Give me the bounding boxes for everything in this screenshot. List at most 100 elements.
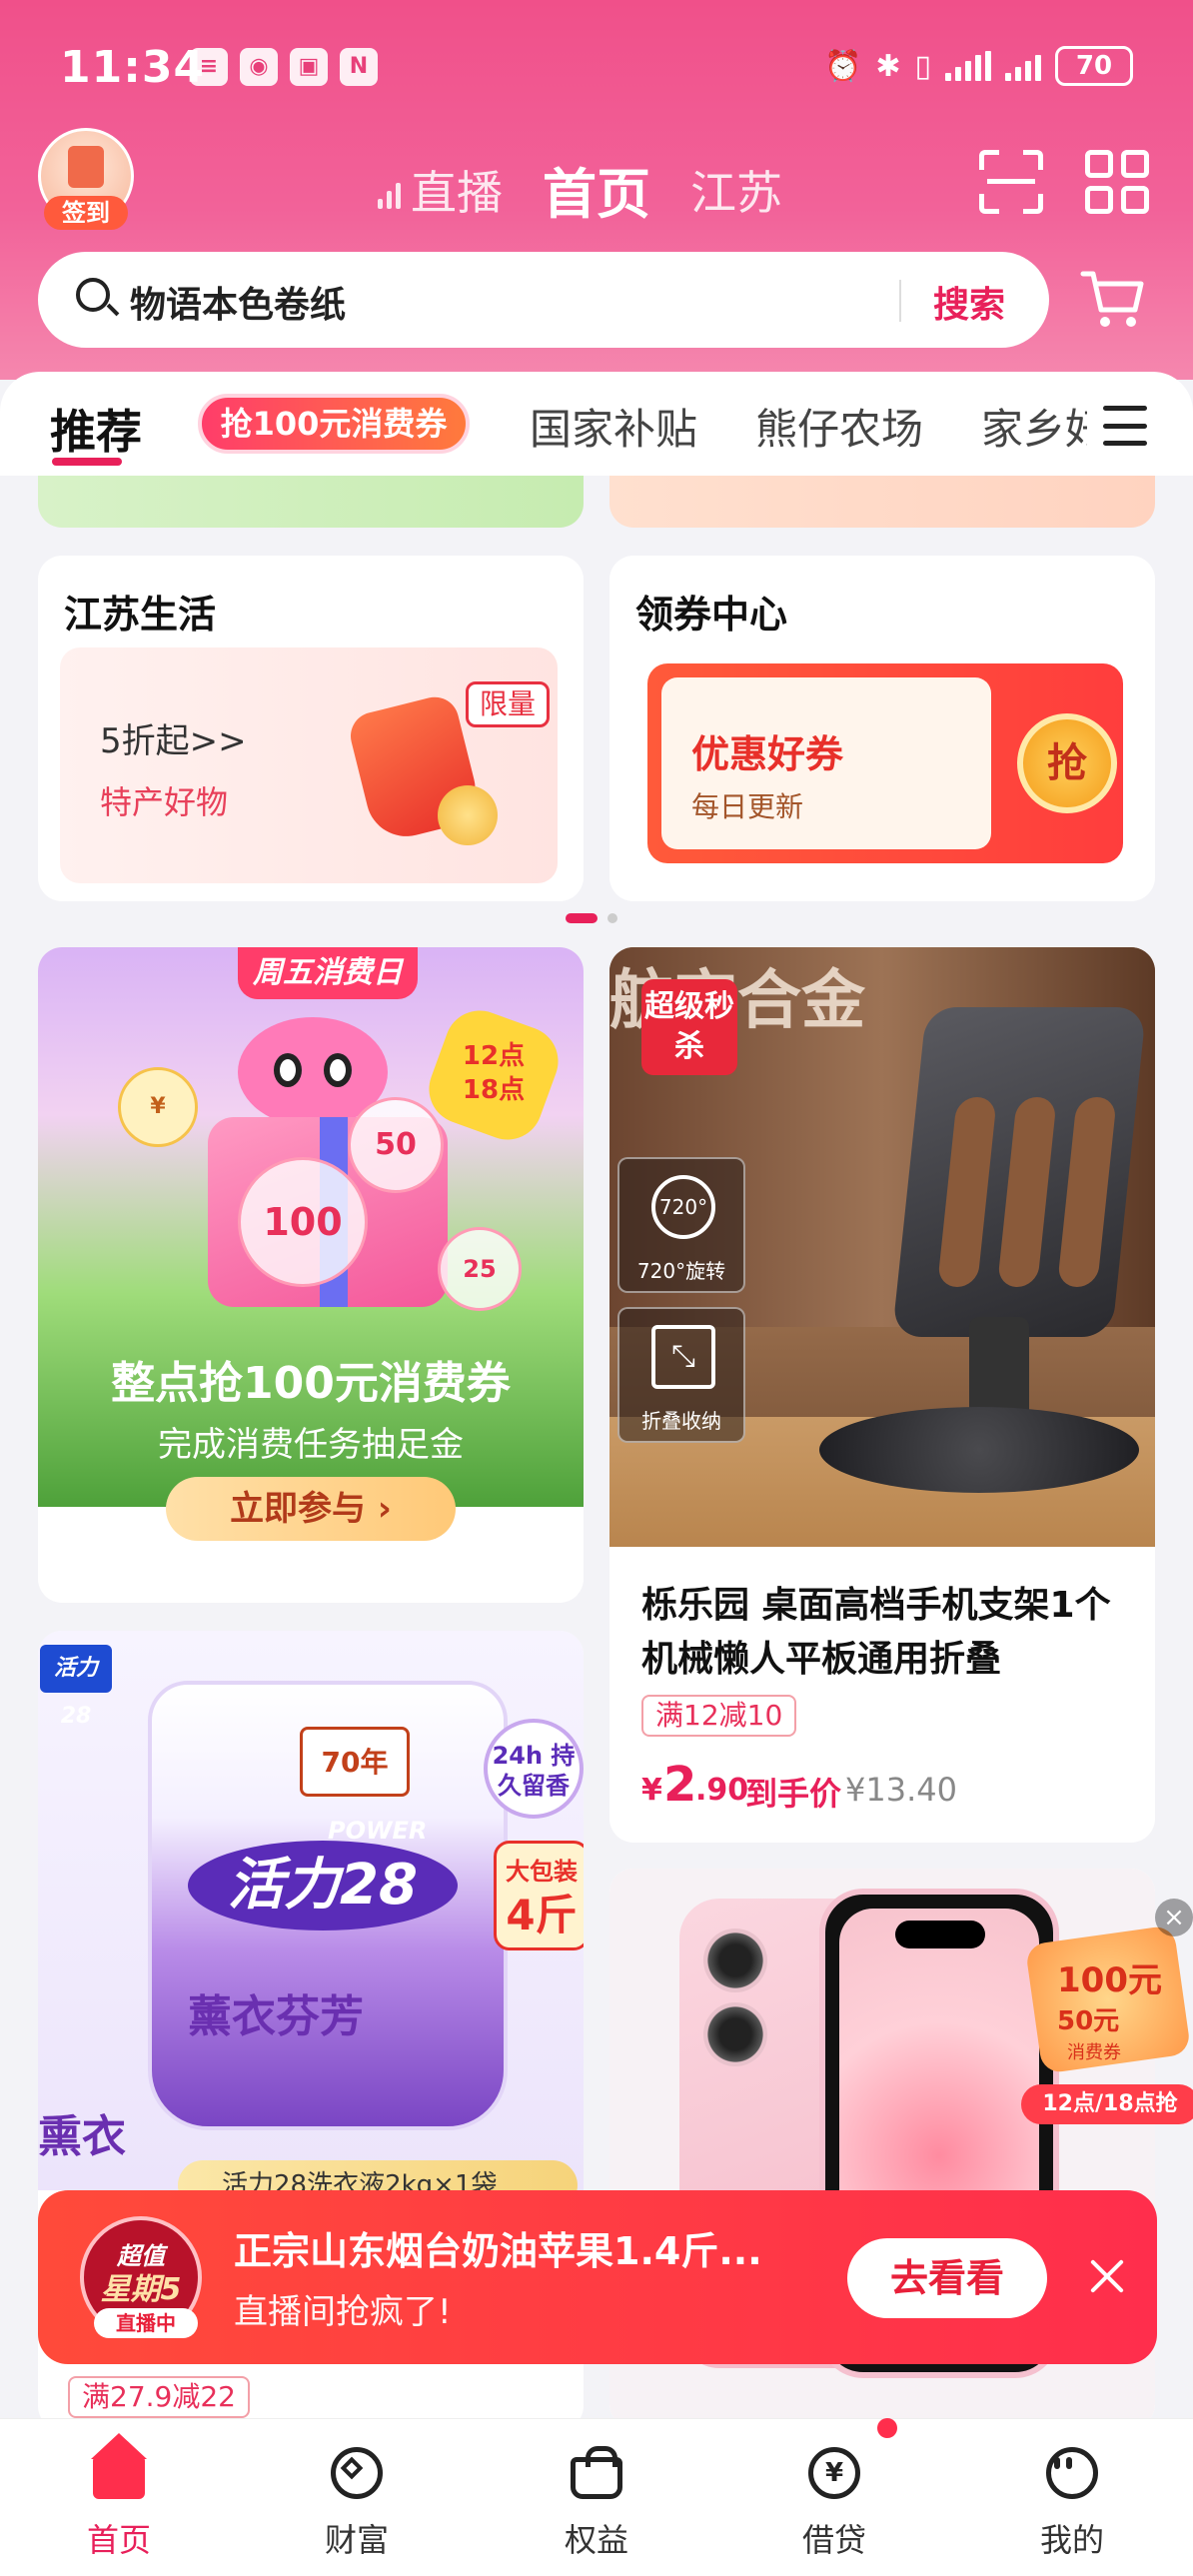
final-price-label: 到手价 <box>745 1775 842 1813</box>
floating-coupon-small-label: 消费券 <box>1067 2042 1121 2063</box>
category-bar: 推荐 抢100元消费券 国家补贴 熊仔农场 家乡好 <box>0 372 1193 476</box>
category-coupon[interactable]: 抢100元消费券 <box>198 394 470 454</box>
jiangsu-life-banner[interactable]: 5折起>> 特产好物 限量 <box>60 647 558 883</box>
camera-lens-icon <box>703 2002 767 2066</box>
alarm-icon: ⏰ <box>823 48 862 84</box>
category-active-indicator <box>52 458 122 466</box>
signal-icon <box>945 51 991 81</box>
nav-wealth[interactable]: 财富 <box>282 2441 432 2561</box>
status-time: 11:34 <box>60 42 206 93</box>
go-watch-button[interactable]: 去看看 <box>847 2238 1047 2318</box>
coupon-subline: 每日更新 <box>691 790 804 823</box>
benefits-icon <box>565 2441 628 2505</box>
search-input[interactable]: 物语本色卷纸 搜索 <box>38 252 1049 348</box>
coupon-50-bubble: 50 <box>348 1097 444 1193</box>
live-notice-subtitle: 直播间抢疯了! <box>234 2292 452 2332</box>
floating-coupon-widget[interactable]: 100元 50元 消费券 12点/18点抢 <box>1017 1917 1193 2126</box>
signal-icon-2 <box>1005 51 1041 81</box>
gift-icon <box>68 146 104 188</box>
close-icon[interactable]: × <box>1155 1899 1193 1936</box>
vibrate-icon: ▯ <box>914 48 931 84</box>
signin-label: 签到 <box>44 196 128 230</box>
nav-home[interactable]: 首页 <box>44 2433 194 2561</box>
promo-headline: 整点抢100元消费券 <box>111 1358 511 1409</box>
nav-loan[interactable]: ¥ 借贷 <box>759 2441 909 2561</box>
fold-feature: ⤡ 折叠收纳 <box>617 1307 745 1443</box>
coupon-25-bubble: 25 <box>438 1227 522 1311</box>
time-badge: 12点 18点 <box>462 1041 526 1105</box>
weibo-app-icon: ◉ <box>240 48 278 86</box>
rotate-feature: 720° 720°旋转 <box>617 1157 745 1293</box>
nav-benefits[interactable]: 权益 <box>522 2441 671 2561</box>
coupon-center-banner[interactable]: 优惠好券 每日更新 抢 <box>647 663 1123 863</box>
product-title[interactable]: 栎乐园 桌面高档手机支架1个机械懒人平板通用折叠 <box>641 1579 1141 1687</box>
taobao-live-app-icon: ▣ <box>290 48 328 86</box>
loan-icon: ¥ <box>802 2441 866 2505</box>
status-bar: 11:34 ≡ ◉ ▣ N ⏰ ✱ ▯ 70 <box>0 0 1193 130</box>
brand-logo: 活力28 <box>40 1645 112 1729</box>
jiangsu-discount-text: 5折起>> <box>100 721 247 761</box>
rotate-icon: 720° <box>651 1175 715 1239</box>
close-icon[interactable] <box>1085 2254 1129 2298</box>
live-bars-icon <box>378 182 401 209</box>
promo-subline: 完成消费任务抽足金 <box>158 1425 464 1465</box>
category-national-subsidy[interactable]: 国家补贴 <box>530 396 697 457</box>
search-query: 物语本色卷纸 <box>130 285 347 326</box>
partial-card-left[interactable] <box>38 476 584 528</box>
signin-button[interactable]: 签到 <box>38 128 134 232</box>
partial-card-right[interactable] <box>609 476 1155 528</box>
coin-bubble: ¥ <box>118 1067 198 1147</box>
price-integer: 2 <box>663 1757 697 1813</box>
notification-dot <box>877 2418 897 2438</box>
search-divider <box>899 280 901 322</box>
messages-app-icon: ≡ <box>190 48 228 86</box>
coupon-center-card[interactable]: 领券中心 优惠好券 每日更新 抢 <box>609 556 1155 901</box>
tab-home[interactable]: 首页 <box>543 150 650 229</box>
product-image: 航空合金 超级秒杀 720° 720°旋转 ⤡ 折叠收纳 <box>609 947 1155 1547</box>
coupon-center-title: 领券中心 <box>635 593 788 637</box>
product-card-stand[interactable]: 航空合金 超级秒杀 720° 720°旋转 ⤡ 折叠收纳 栎乐园 桌面高档手机支… <box>609 947 1155 1843</box>
join-now-button[interactable]: 立即参与 › <box>166 1477 456 1541</box>
mascot-eye <box>274 1053 302 1087</box>
stand-arm-illustration <box>891 1007 1147 1337</box>
bluetooth-icon: ✱ <box>875 48 901 84</box>
scan-icon[interactable] <box>979 150 1043 214</box>
category-menu-icon[interactable] <box>1103 406 1147 446</box>
big-pack-badge: 大包装 4斤 <box>494 1841 584 1950</box>
live-notice-banner[interactable]: 超值 星期5 直播中 正宗山东烟台奶油苹果1.4斤... 直播间抢疯了! 去看看 <box>38 2190 1157 2364</box>
floating-coupon-label: 12点/18点抢 <box>1021 2084 1193 2124</box>
tab-live[interactable]: 直播 <box>378 157 503 223</box>
coupon-ticket: 优惠好券 每日更新 <box>661 677 991 849</box>
bottom-nav: 首页 财富 权益 ¥ 借贷 我的 <box>0 2418 1193 2576</box>
floating-coupon-amount2: 50元 <box>1057 2006 1120 2036</box>
big-pack-weight: 4斤 <box>506 1891 578 1939</box>
cart-icon[interactable] <box>1079 264 1149 334</box>
live-status-label: 直播中 <box>94 2308 198 2338</box>
tab-jiangsu[interactable]: 江苏 <box>690 157 782 223</box>
home-icon <box>87 2433 151 2505</box>
category-hometown[interactable]: 家乡好 <box>981 396 1087 457</box>
category-recommend[interactable]: 推荐 <box>50 396 142 462</box>
product-scent-name: 薰衣芬芳 <box>188 1991 364 2042</box>
nav-profile[interactable]: 我的 <box>997 2441 1147 2561</box>
big-pack-label: 大包装 <box>506 1858 578 1886</box>
live-notice-title: 正宗山东烟台奶油苹果1.4斤... <box>234 2229 762 2273</box>
flash-sale-badge: 超级秒杀 <box>641 979 737 1075</box>
promo-banner-card[interactable]: 周五消费日 100 50 25 ¥ 12点 18点 整点抢100元消费券 完成消… <box>38 947 584 1603</box>
battery-indicator: 70 <box>1055 46 1133 86</box>
carousel-indicator <box>566 913 617 923</box>
category-bear-farm[interactable]: 熊仔农场 <box>755 396 923 457</box>
price-symbol: ¥ <box>641 1773 662 1808</box>
search-button[interactable]: 搜索 <box>933 276 1005 328</box>
profile-icon <box>1040 2441 1104 2505</box>
promo-carousel-dots <box>106 1561 506 1579</box>
discount-tag: 满27.9减22 <box>68 2376 250 2418</box>
grab-coupon-button[interactable]: 抢 <box>1017 713 1117 813</box>
live-badge-main: 星期5 <box>100 2272 182 2307</box>
mascot-eye <box>324 1053 352 1087</box>
nav-loan-label: 借贷 <box>801 2521 866 2559</box>
original-price: ¥13.40 <box>845 1771 957 1809</box>
price-decimal: .90 <box>695 1773 749 1808</box>
jiangsu-life-card[interactable]: 江苏生活 5折起>> 特产好物 限量 <box>38 556 584 901</box>
qr-code-icon[interactable] <box>1085 150 1149 214</box>
